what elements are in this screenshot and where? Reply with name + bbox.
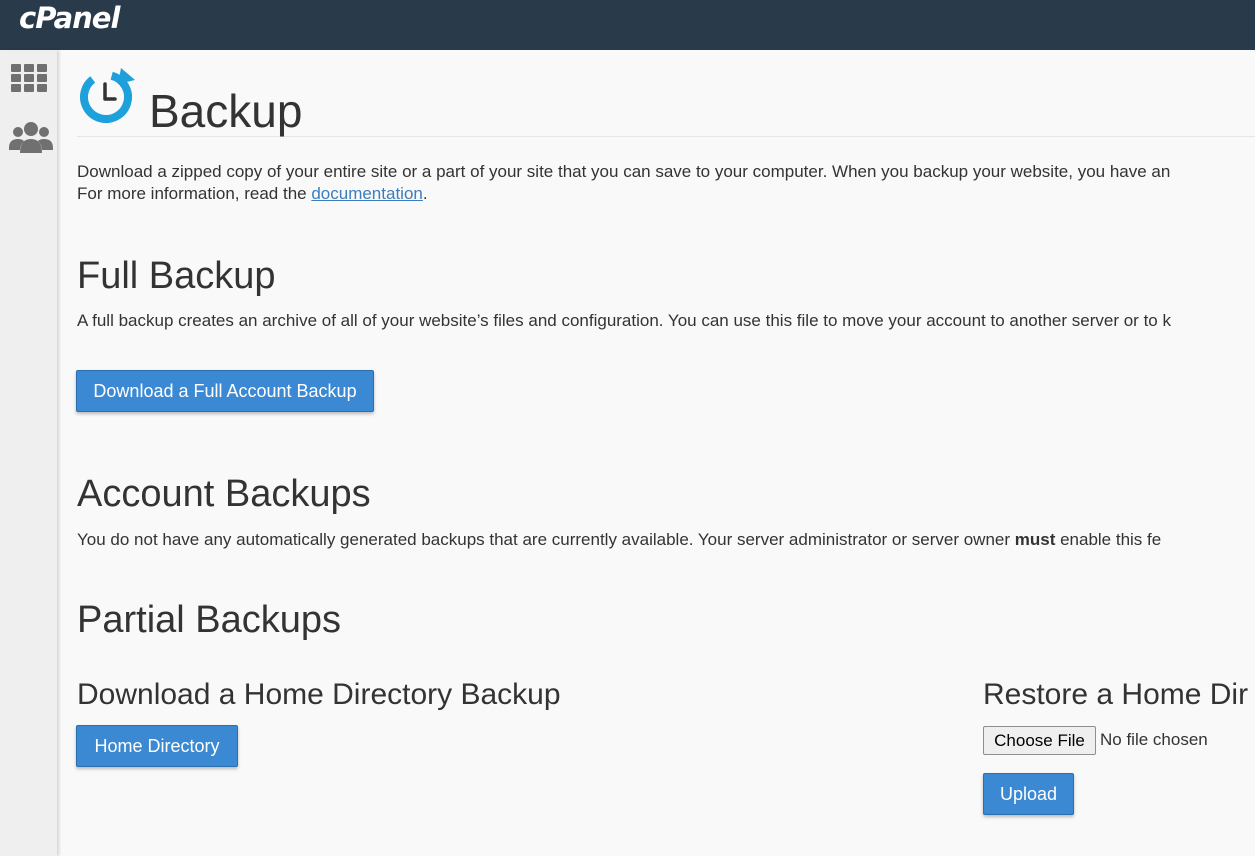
upload-button[interactable]: Upload [983, 773, 1074, 815]
page-title: Backup [149, 85, 303, 137]
intro-line-2-suffix: . [422, 184, 428, 203]
file-status: No file chosen [1100, 730, 1208, 749]
intro-line-1: Download a zipped copy of your entire si… [77, 162, 1171, 181]
sidebar [0, 50, 57, 856]
home-directory-button[interactable]: Home Directory [76, 725, 238, 767]
intro-text: Download a zipped copy of your entire si… [77, 161, 1255, 205]
page-header: Backup [77, 66, 1255, 137]
account-backups-description-bold: must [1014, 530, 1056, 549]
users-icon[interactable] [9, 120, 53, 161]
partial-backups-heading: Partial Backups [77, 599, 342, 641]
intro-line-2-prefix: For more information, read the [77, 184, 312, 203]
top-bar: cPanel [0, 0, 1255, 50]
full-backup-heading: Full Backup [77, 255, 276, 297]
account-backups-description-prefix: You do not have any automatically genera… [77, 530, 1015, 549]
choose-file-button[interactable]: Choose File [983, 726, 1096, 755]
account-backups-description-suffix: enable this fe [1055, 530, 1162, 549]
download-full-backup-button[interactable]: Download a Full Account Backup [76, 370, 374, 412]
restore-home-heading: Restore a Home Dir [983, 678, 1249, 711]
cpanel-logo[interactable]: cPanel [19, 1, 120, 35]
account-backups-heading: Account Backups [77, 473, 371, 515]
main-content: Backup Download a zipped copy of your en… [76, 50, 1255, 856]
full-backup-description: A full backup creates an archive of all … [77, 311, 1171, 330]
backup-icon [80, 68, 135, 123]
account-backups-description: You do not have any automatically genera… [77, 529, 1255, 551]
download-home-heading: Download a Home Directory Backup [77, 678, 561, 711]
documentation-link[interactable]: documentation [311, 184, 423, 203]
intro-line-2: For more information, read the documenta… [77, 183, 1255, 205]
apps-grid-icon[interactable] [9, 60, 49, 101]
